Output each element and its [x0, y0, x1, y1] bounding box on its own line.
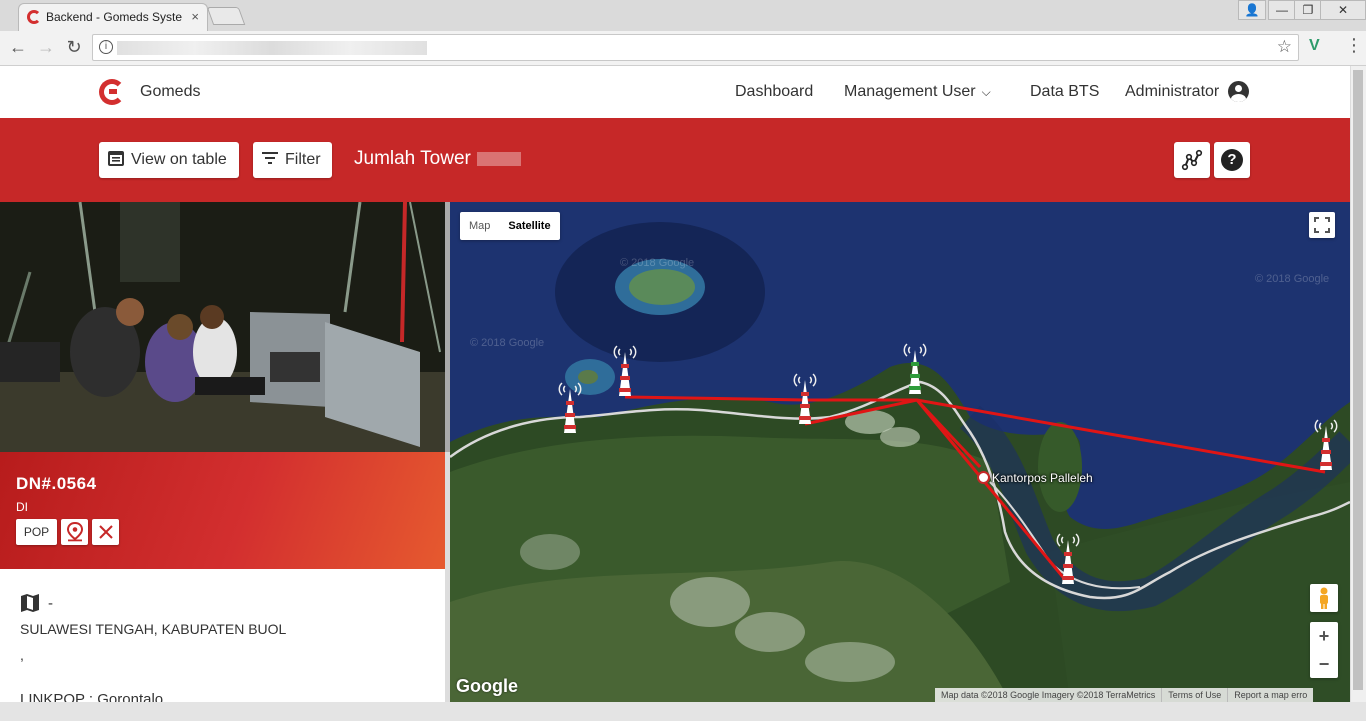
- map-type-map-button[interactable]: Map: [460, 212, 499, 240]
- bts-tower-marker[interactable]: [558, 379, 582, 435]
- site-address-extra: ,: [20, 647, 24, 663]
- locate-button[interactable]: [61, 519, 88, 545]
- browser-menu-icon[interactable]: ⋮: [1345, 35, 1363, 56]
- site-info-icon[interactable]: i: [99, 40, 113, 54]
- map-watermark: © 2018 Google: [470, 337, 545, 349]
- report-map-error-link[interactable]: Report a map erro: [1227, 688, 1313, 702]
- bts-tower-marker-active[interactable]: [903, 340, 927, 396]
- browser-toolbar: ← → ↻ i ☆ V ⋮: [0, 31, 1366, 66]
- restore-button[interactable]: ❐: [1294, 0, 1322, 20]
- map-icon: [20, 593, 40, 618]
- bts-tower-marker[interactable]: [1056, 530, 1080, 586]
- url-text-blurred: [117, 41, 427, 55]
- account-circle-icon[interactable]: [1228, 81, 1249, 102]
- close-detail-button[interactable]: [92, 519, 119, 545]
- tower-count-value-blurred: [476, 151, 521, 166]
- chevron-down-icon: ⌵: [981, 85, 991, 99]
- new-tab-button[interactable]: [206, 7, 246, 25]
- forward-icon[interactable]: →: [35, 37, 57, 58]
- google-logo: Google: [456, 676, 518, 696]
- nav-management-user-label: Management User: [844, 83, 976, 100]
- close-icon: [98, 525, 113, 539]
- help-icon: ?: [1221, 149, 1243, 171]
- route-button[interactable]: [1174, 142, 1210, 178]
- tower-count: Jumlah Tower: [354, 148, 521, 170]
- nav-administrator[interactable]: Administrator: [1125, 83, 1219, 101]
- map-type-satellite-button[interactable]: Satellite: [499, 212, 559, 240]
- tab-close-icon[interactable]: ×: [191, 9, 199, 24]
- street-view-pegman[interactable]: [1310, 584, 1338, 612]
- zoom-in-button[interactable]: +: [1310, 622, 1338, 650]
- map-data-attribution[interactable]: Map data ©2018 Google Imagery ©2018 Terr…: [935, 688, 1161, 702]
- filter-label: Filter: [285, 151, 321, 168]
- map-attribution: Map data ©2018 Google Imagery ©2018 Terr…: [935, 688, 1314, 702]
- app-header: Gomeds Dashboard Management User ⌵ Data B…: [0, 66, 1350, 118]
- address-bar[interactable]: i ☆: [92, 34, 1299, 61]
- filter-button[interactable]: Filter: [253, 142, 332, 178]
- site-id: DN#.0564: [16, 474, 97, 493]
- minimize-button[interactable]: —: [1268, 0, 1296, 20]
- browser-tab[interactable]: Backend - Gomeds Syste ×: [18, 3, 208, 31]
- favicon-icon: [27, 10, 41, 24]
- help-button[interactable]: ?: [1214, 142, 1250, 178]
- nav-data-bts[interactable]: Data BTS: [1030, 83, 1099, 101]
- site-subtitle: DI: [16, 500, 28, 514]
- calendar-icon: [107, 149, 125, 171]
- linkpop: LINKPOP : Gorontalo: [20, 691, 164, 702]
- bts-tower-marker[interactable]: [613, 342, 637, 398]
- site-info-card: DN#.0564 DI POP: [0, 452, 445, 569]
- zoom-out-button[interactable]: −: [1310, 650, 1338, 678]
- reload-icon[interactable]: ↻: [63, 37, 85, 58]
- map-type-control: Map Satellite: [460, 212, 560, 240]
- map-imagery: [450, 202, 1350, 702]
- satellite-map[interactable]: © 2018 Google © 2018 Google © 2018 Googl…: [450, 202, 1350, 702]
- location-name: -: [48, 595, 53, 612]
- map-watermark: © 2018 Google: [1255, 273, 1330, 285]
- site-details: - SULAWESI TENGAH, KABUPATEN BUOL , LINK…: [0, 569, 445, 702]
- site-address: SULAWESI TENGAH, KABUPATEN BUOL: [20, 621, 287, 637]
- tab-title: Backend - Gomeds Syste: [46, 10, 183, 24]
- route-icon: [1181, 149, 1203, 171]
- zoom-control: + −: [1310, 622, 1338, 678]
- post-office-marker-icon[interactable]: [977, 471, 990, 484]
- back-icon[interactable]: ←: [7, 37, 29, 58]
- nav-dashboard[interactable]: Dashboard: [735, 83, 813, 101]
- pop-chip[interactable]: POP: [16, 519, 57, 545]
- nav-management-user[interactable]: Management User ⌵: [844, 83, 991, 101]
- view-on-table-button[interactable]: View on table: [99, 142, 239, 178]
- fullscreen-icon: [1314, 217, 1330, 233]
- extension-icon[interactable]: V: [1309, 37, 1320, 55]
- window-close-button[interactable]: ✕: [1320, 0, 1366, 20]
- gomeds-logo[interactable]: [99, 79, 125, 105]
- action-bar: View on table Filter Jumlah Tower ?: [0, 118, 1350, 202]
- map-marker-icon: [66, 522, 83, 542]
- view-on-table-label: View on table: [131, 151, 227, 168]
- bookmark-star-icon[interactable]: ☆: [1277, 37, 1292, 57]
- fullscreen-button[interactable]: [1309, 212, 1335, 238]
- map-watermark: © 2018 Google: [620, 257, 695, 269]
- site-photo: [0, 202, 445, 452]
- brand-name[interactable]: Gomeds: [140, 83, 200, 101]
- bottom-strip: [0, 702, 1366, 721]
- profile-icon[interactable]: 👤: [1238, 0, 1266, 20]
- bts-tower-marker[interactable]: [1314, 416, 1338, 472]
- filter-icon: [261, 151, 279, 169]
- pegman-icon: [1320, 587, 1328, 609]
- bts-tower-marker[interactable]: [793, 370, 817, 426]
- browser-titlebar: Backend - Gomeds Syste × 👤 — ❐ ✕: [0, 0, 1366, 31]
- tower-count-label: Jumlah Tower: [354, 148, 471, 169]
- page-scrollbar-thumb[interactable]: [1353, 70, 1363, 690]
- terms-of-use-link[interactable]: Terms of Use: [1161, 688, 1227, 702]
- site-detail-panel: DN#.0564 DI POP - SULAWESI TENGAH, KABUP…: [0, 202, 445, 702]
- poi-label[interactable]: Kantorpos Palleleh: [992, 471, 1093, 485]
